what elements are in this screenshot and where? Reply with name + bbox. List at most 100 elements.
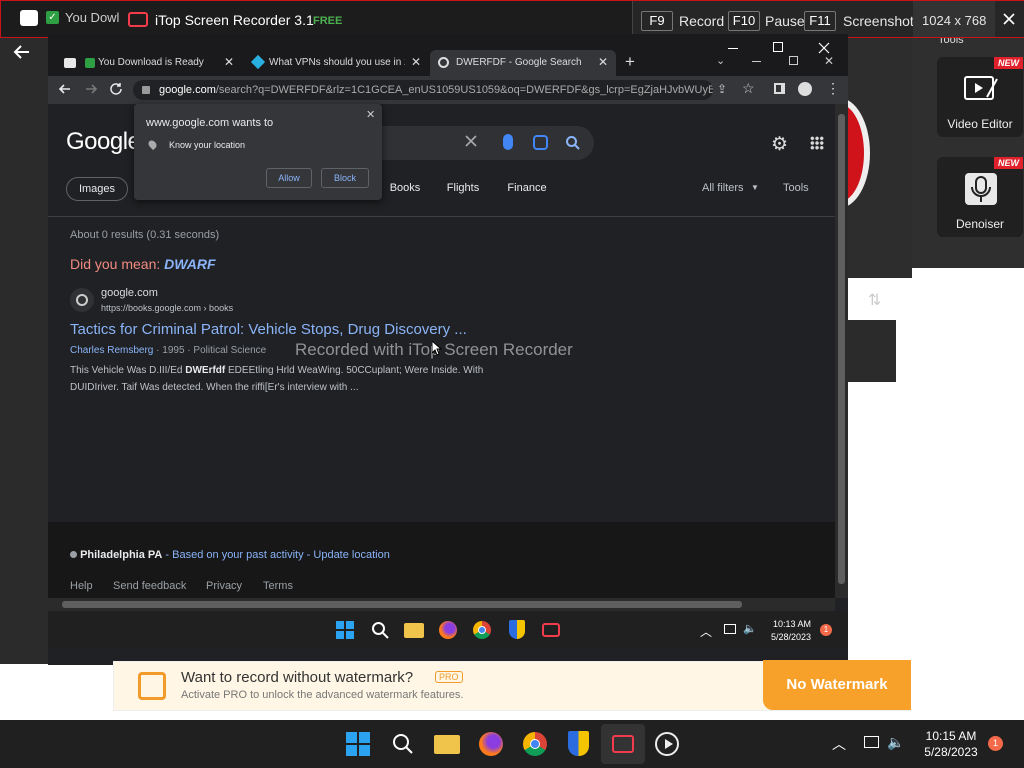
browser-tab-download[interactable]: You Download is Ready ✕	[58, 50, 240, 76]
sort-icon[interactable]: ⇅	[868, 290, 881, 310]
result-title[interactable]: Tactics for Criminal Patrol: Vehicle Sto…	[70, 321, 467, 338]
browser-tab-vpn[interactable]: What VPNs should you use in 20 ✕	[245, 50, 427, 76]
security-shield-icon[interactable]	[568, 731, 589, 756]
location-dot-icon	[70, 551, 77, 558]
share-icon[interactable]: ⇪	[717, 82, 727, 96]
record-label[interactable]: Record	[679, 13, 724, 29]
new-badge: NEW	[994, 57, 1023, 69]
all-filters[interactable]: All filters	[702, 182, 744, 194]
browser-tab-search[interactable]: DWERFDF - Google Search ✕	[430, 50, 616, 76]
result-meta: Charles Remsberg · 1995 · Political Scie…	[70, 345, 266, 356]
search-icon[interactable]	[392, 733, 414, 755]
checkbox-icon: ✓	[46, 11, 59, 24]
apps-grid-icon[interactable]	[810, 136, 824, 150]
settings-gear-icon[interactable]: ⚙	[771, 133, 788, 156]
window-minimize-icon[interactable]	[728, 48, 738, 49]
security-shield-icon[interactable]	[509, 620, 525, 639]
browser-close-icon[interactable]: ✕	[824, 54, 834, 68]
inner-clock-date[interactable]: 5/28/2023	[766, 632, 816, 642]
location-pin-icon	[146, 138, 159, 151]
result-author[interactable]: Charles Remsberg	[70, 345, 153, 356]
windows-start-icon[interactable]	[346, 732, 370, 756]
file-explorer-icon[interactable]	[404, 623, 424, 638]
firefox-icon[interactable]	[479, 732, 503, 756]
tools-link[interactable]: Tools	[783, 182, 809, 194]
search-icon[interactable]	[565, 135, 581, 151]
lens-icon[interactable]	[533, 135, 548, 150]
itop-logo-icon	[128, 12, 148, 27]
clock-time[interactable]: 10:15 AM	[918, 729, 984, 743]
bookmark-star-icon[interactable]: ☆	[742, 80, 755, 97]
new-tab-icon[interactable]: +	[625, 52, 635, 72]
search-icon[interactable]	[371, 621, 389, 639]
chevron-up-icon[interactable]: ︿	[700, 623, 712, 640]
profile-icon[interactable]	[798, 82, 812, 96]
notification-badge[interactable]: 1	[988, 736, 1003, 751]
suggestion-link[interactable]: DWARF	[164, 256, 215, 272]
tab-close-icon[interactable]: ✕	[411, 55, 421, 69]
pause-label[interactable]: Pause	[765, 13, 805, 29]
denoiser-tool[interactable]: NEW Denoiser	[937, 157, 1023, 237]
file-explorer-icon[interactable]	[434, 735, 460, 754]
notification-badge[interactable]: 1	[820, 624, 832, 636]
close-icon[interactable]	[1002, 12, 1016, 26]
vertical-scrollbar[interactable]	[835, 104, 848, 598]
firefox-icon[interactable]	[439, 621, 457, 639]
chrome-icon[interactable]	[523, 732, 547, 756]
media-player-icon[interactable]	[655, 732, 679, 756]
address-bar[interactable]: google.com/search?q=DWERFDF&rlz=1C1GCEA_…	[133, 80, 713, 100]
itop-recorder-icon[interactable]	[542, 623, 560, 637]
screenshot-label[interactable]: Screenshot	[843, 13, 914, 29]
chip-flights[interactable]: Flights	[440, 177, 486, 201]
google-favicon-icon	[438, 57, 449, 68]
chip-books[interactable]: Books	[384, 177, 426, 201]
chip-finance[interactable]: Finance	[502, 177, 552, 201]
minimize-icon[interactable]	[752, 61, 761, 62]
footer-privacy[interactable]: Privacy	[206, 580, 242, 592]
location-note[interactable]: - Based on your past activity - Update l…	[162, 549, 389, 561]
popup-item: Know your location	[169, 140, 246, 150]
chip-images[interactable]: Images	[66, 177, 128, 201]
sidepanel-icon[interactable]	[774, 83, 785, 94]
restore-icon[interactable]	[789, 56, 798, 65]
back-arrow-icon[interactable]	[12, 42, 32, 62]
result-site[interactable]: google.com	[101, 287, 158, 299]
window-restore-icon[interactable]	[773, 42, 783, 52]
window-close-icon[interactable]	[818, 42, 830, 54]
network-icon[interactable]	[864, 736, 879, 748]
google-logo[interactable]: Google	[66, 128, 141, 156]
result-meta-text: · 1995 · Political Science	[153, 345, 267, 356]
tab-title-snippet: You Dowl	[65, 10, 120, 25]
network-icon[interactable]	[724, 624, 736, 634]
tab-search-chevron-icon[interactable]: ⌄	[716, 54, 725, 67]
voice-search-icon[interactable]	[503, 134, 513, 150]
clock-date[interactable]: 5/28/2023	[918, 745, 984, 759]
tab-close-icon[interactable]: ✕	[598, 55, 608, 69]
clear-search-icon[interactable]	[464, 134, 478, 148]
block-button[interactable]: Block	[321, 168, 369, 188]
recorder-app-icon	[20, 10, 38, 26]
volume-icon[interactable]: 🔈	[743, 622, 757, 635]
tab-close-icon[interactable]: ✕	[224, 55, 234, 69]
forward-icon[interactable]	[84, 82, 98, 96]
snippet-highlight: DWErfdf	[185, 365, 226, 376]
no-watermark-button[interactable]: No Watermark	[763, 660, 911, 710]
volume-icon[interactable]: 🔈	[887, 734, 904, 751]
reload-icon[interactable]	[109, 82, 123, 96]
chrome-icon[interactable]	[473, 621, 491, 639]
new-badge: NEW	[994, 157, 1023, 169]
horizontal-scrollbar[interactable]	[48, 598, 835, 611]
windows-start-icon[interactable]	[336, 621, 354, 639]
menu-kebab-icon[interactable]: ⋮	[826, 80, 840, 97]
popup-close-icon[interactable]: ✕	[366, 108, 375, 121]
back-icon[interactable]	[58, 82, 72, 96]
inner-clock-time[interactable]: 10:13 AM	[772, 619, 812, 629]
itop-recorder-icon[interactable]	[612, 735, 634, 753]
chevron-up-icon[interactable]: ︿	[832, 734, 846, 754]
footer-terms[interactable]: Terms	[263, 580, 293, 592]
footer-feedback[interactable]: Send feedback	[113, 580, 186, 592]
video-editor-tool[interactable]: NEW Video Editor	[937, 57, 1023, 137]
footer-help[interactable]: Help	[70, 580, 93, 592]
free-badge: FREE	[313, 15, 343, 27]
allow-button[interactable]: Allow	[266, 168, 312, 188]
